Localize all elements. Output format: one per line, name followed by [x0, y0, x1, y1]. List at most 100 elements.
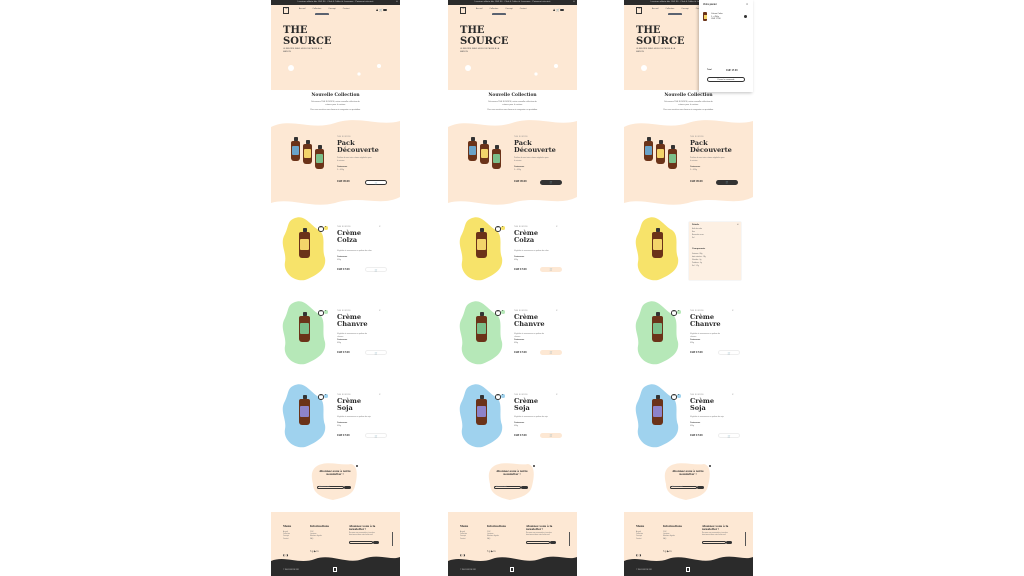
add-to-cart-button[interactable]: 🛒: [540, 350, 562, 355]
footer-link[interactable]: FAQ: [487, 539, 517, 541]
newsletter-email-input[interactable]: Adresse e-mail: [670, 486, 697, 489]
variant-chip[interactable]: ◂: [495, 226, 501, 232]
footer-link[interactable]: FAQ: [310, 539, 340, 541]
copyright: © THE SOURCE 2021: [460, 570, 477, 571]
share-icon[interactable]: ⇪: [556, 394, 558, 396]
share-icon[interactable]: ⇪: [732, 310, 734, 312]
footer-submit-button[interactable]: [373, 541, 379, 544]
menu-item-collection[interactable]: Collection: [312, 8, 321, 10]
add-to-cart-button[interactable]: 🛒: [716, 180, 738, 185]
variant-chip[interactable]: ◂: [318, 310, 324, 316]
newsletter-submit-button[interactable]: [697, 486, 704, 489]
header-nav: TS Accueil Collection Concept Contact ♟ 🛒 0: [448, 5, 577, 15]
product-desc: Profitez de nos trois crèmes végétales p…: [690, 157, 725, 162]
variant-chip[interactable]: ◂: [318, 226, 324, 232]
footer-link[interactable]: Contact: [460, 539, 490, 541]
add-to-cart-button[interactable]: 🛒: [540, 433, 562, 438]
menu-item-concept[interactable]: Concept: [681, 8, 688, 10]
close-icon[interactable]: ✕: [737, 224, 739, 226]
variant-chip[interactable]: ◂: [318, 394, 324, 400]
variant-chip[interactable]: ▸: [324, 226, 328, 230]
close-icon[interactable]: ✕: [746, 3, 748, 6]
variant-chip[interactable]: ▸: [501, 394, 505, 398]
add-to-cart-button[interactable]: 🛒: [718, 433, 740, 438]
logo[interactable]: TS: [636, 6, 642, 14]
product-desc: Végétale et savoureuse au parfum de colz…: [337, 250, 372, 252]
menu-item-accueil[interactable]: Accueil: [299, 8, 305, 10]
main-menu: Accueil Collection Concept Contact: [476, 8, 534, 10]
product-category: THE SOURCE: [514, 136, 528, 138]
add-to-cart-button[interactable]: 🛒: [365, 433, 387, 438]
hero-title: THE SOURCE: [283, 25, 332, 47]
footer-link[interactable]: FAQ: [663, 539, 693, 541]
variant-chip[interactable]: ▸: [324, 394, 328, 398]
details-line: Beurre de cacao: [692, 235, 704, 236]
add-to-cart-button[interactable]: 🛒: [365, 350, 387, 355]
menu-item-concept[interactable]: Concept: [328, 8, 335, 10]
variant-chip[interactable]: ◂: [671, 310, 677, 316]
user-icon[interactable]: ♟: [376, 8, 379, 12]
menu-item-collection[interactable]: Collection: [665, 8, 674, 10]
newsletter-submit-button[interactable]: [344, 486, 351, 489]
product-category: THE SOURCE: [690, 394, 704, 396]
newsletter-email-input[interactable]: Adresse e-mail: [317, 486, 344, 489]
variant-chip[interactable]: ◂: [495, 310, 501, 316]
add-to-cart-button[interactable]: 🛒: [718, 350, 740, 355]
logo[interactable]: TS: [283, 6, 289, 14]
product-qty: 3 × 450g: [514, 169, 522, 171]
share-icon[interactable]: ⇪: [379, 226, 381, 228]
scrollbar[interactable]: [569, 532, 570, 546]
newsletter-submit-button[interactable]: [521, 486, 528, 489]
variant-chip[interactable]: ▸: [501, 310, 505, 314]
menu-item-collection[interactable]: Collection: [489, 8, 498, 10]
footer-logo[interactable]: [510, 567, 514, 572]
product-desc: Végétale et savoureuse au parfum de soja: [337, 416, 371, 418]
variant-chip[interactable]: ◂: [671, 394, 677, 400]
footer-email-input[interactable]: [349, 541, 373, 544]
footer-link[interactable]: Contact: [283, 539, 313, 541]
share-icon[interactable]: ⇪: [379, 310, 381, 312]
menu-item-contact[interactable]: Contact: [343, 8, 350, 10]
hero-subtitle: LE BEURRE SANS HUILE DE PALME À LA MAISO…: [283, 48, 323, 53]
share-icon[interactable]: ⇪: [732, 394, 734, 396]
menu-item-concept[interactable]: Concept: [505, 8, 512, 10]
add-to-cart-button[interactable]: 🛒: [540, 180, 562, 185]
variant-chip[interactable]: ▸: [501, 226, 505, 230]
menu-item-contact[interactable]: Contact: [520, 8, 527, 10]
footer-logo[interactable]: [333, 567, 337, 572]
bottle-chanvre: [656, 140, 665, 164]
menu-item-accueil[interactable]: Accueil: [476, 8, 482, 10]
checkout-button[interactable]: Passer la commande: [707, 77, 745, 82]
footer-email-input[interactable]: [526, 541, 550, 544]
cart-count-badge: 0: [560, 9, 564, 12]
scrollbar[interactable]: [745, 532, 746, 546]
product-title: Crème Chanvre: [514, 313, 545, 329]
product-qty: 450g: [690, 425, 694, 427]
scrollbar[interactable]: [392, 532, 393, 546]
share-icon[interactable]: ⇪: [556, 310, 558, 312]
share-icon[interactable]: ⇪: [379, 394, 381, 396]
cart-count-badge: 0: [383, 9, 387, 12]
variant-chip[interactable]: ◂: [495, 394, 501, 400]
product-qty-label: Contenance: [690, 339, 701, 341]
footer-link[interactable]: Contact: [636, 539, 666, 541]
variant-chip[interactable]: ▸: [677, 394, 681, 398]
newsletter-email-input[interactable]: Adresse e-mail: [494, 486, 521, 489]
footer-submit-button[interactable]: [726, 541, 732, 544]
bottle-soja: [668, 145, 677, 169]
variant-chip[interactable]: ▸: [324, 310, 328, 314]
footer-logo[interactable]: [686, 567, 690, 572]
share-icon[interactable]: ⇪: [556, 226, 558, 228]
add-to-cart-button[interactable]: 🛒: [540, 267, 562, 272]
footer-submit-button[interactable]: [550, 541, 556, 544]
newsletter-blob: [488, 463, 534, 500]
remove-item-icon[interactable]: [744, 15, 747, 18]
user-icon[interactable]: ♟: [553, 8, 556, 12]
add-to-cart-button[interactable]: 🛒: [365, 180, 387, 185]
menu-item-accueil[interactable]: Accueil: [652, 8, 658, 10]
add-to-cart-button[interactable]: 🛒: [365, 267, 387, 272]
variant-chip[interactable]: ▸: [677, 310, 681, 314]
footer-email-input[interactable]: [702, 541, 726, 544]
logo[interactable]: TS: [460, 6, 466, 14]
page-default: Livraison offerte dès CHF 80 · Click & C…: [271, 0, 400, 576]
